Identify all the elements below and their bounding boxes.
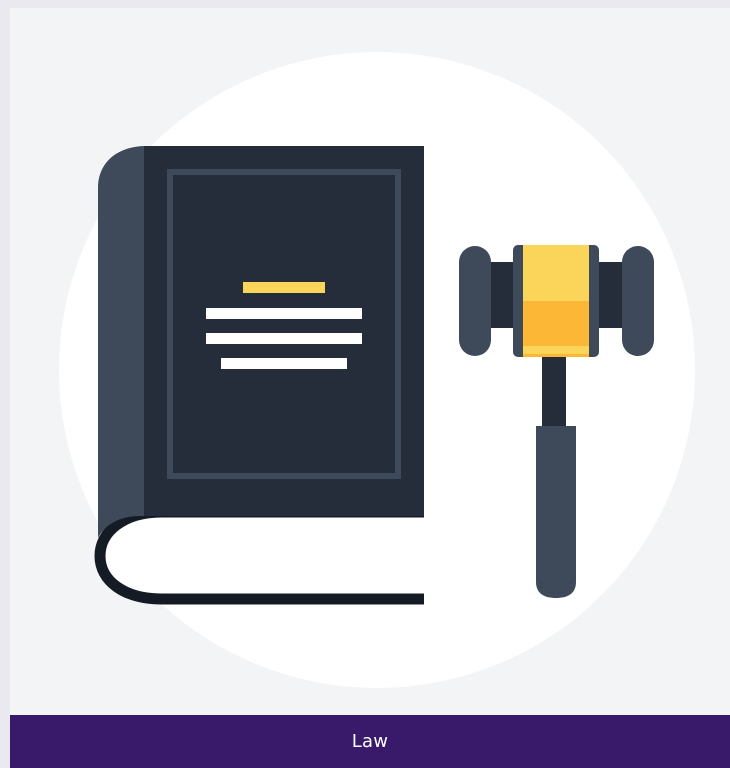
book-cover [144,146,424,516]
category-label: Law [351,731,389,752]
law-book-and-gavel-icon [59,52,695,688]
law-book-icon [94,146,424,605]
category-card[interactable]: Law [10,8,730,768]
book-title-accent [243,282,325,293]
category-caption-bar[interactable]: Law [10,715,730,768]
